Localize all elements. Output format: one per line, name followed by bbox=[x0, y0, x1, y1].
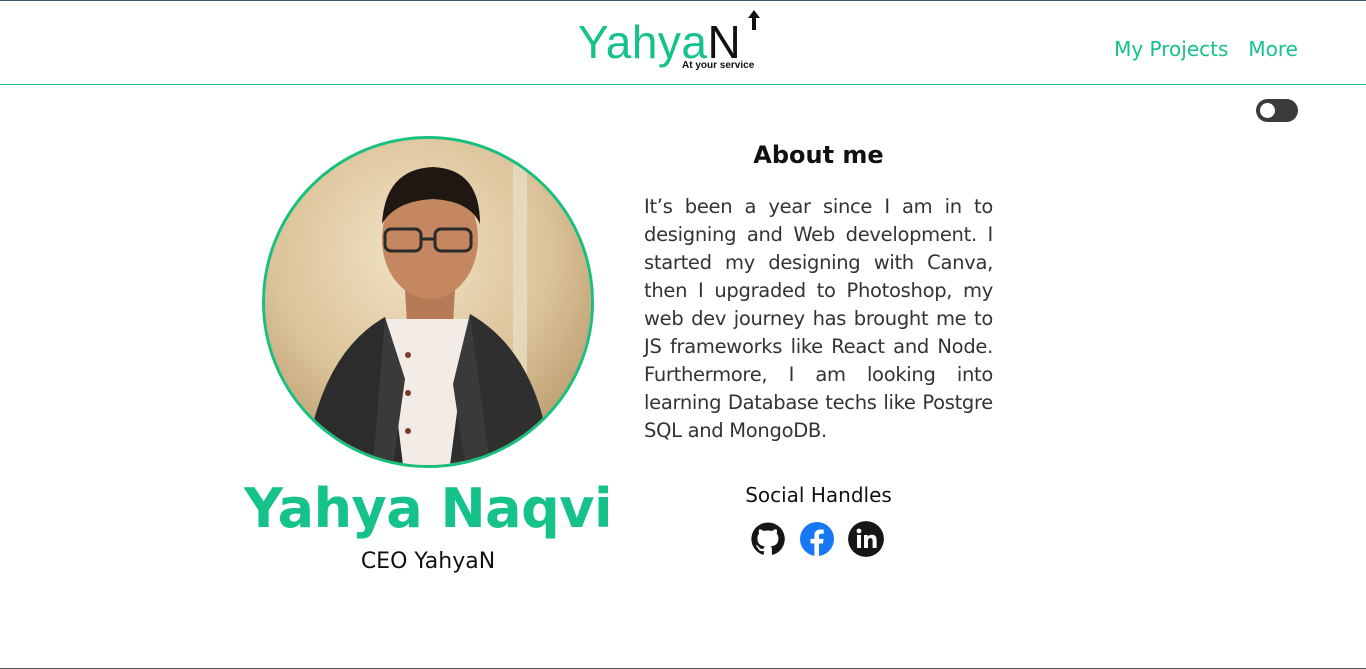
top-nav: My Projects More bbox=[1114, 37, 1298, 61]
theme-toggle[interactable] bbox=[1256, 99, 1298, 122]
profile-name: Yahya Naqvi bbox=[244, 477, 612, 540]
nav-more[interactable]: More bbox=[1248, 37, 1298, 61]
profile-role: CEO YahyaN bbox=[360, 549, 496, 574]
portrait-illustration bbox=[265, 139, 591, 465]
about-text: It’s been a year since I am in to design… bbox=[644, 195, 993, 442]
arrow-up-icon bbox=[748, 10, 760, 30]
header: YahyaN At your service My Projects More bbox=[0, 1, 1366, 85]
nav-my-projects[interactable]: My Projects bbox=[1114, 37, 1228, 61]
linkedin-icon[interactable] bbox=[848, 521, 884, 557]
logo[interactable]: YahyaN At your service bbox=[578, 9, 768, 75]
github-icon[interactable] bbox=[750, 521, 786, 557]
facebook-icon[interactable] bbox=[799, 521, 835, 557]
logo-tagline: At your service bbox=[682, 60, 755, 71]
profile-photo bbox=[262, 136, 594, 468]
toggle-knob bbox=[1260, 103, 1275, 118]
about-title: About me bbox=[753, 141, 884, 169]
social-links bbox=[750, 521, 884, 557]
page: YahyaN At your service My Projects More bbox=[0, 0, 1366, 669]
social-title: Social Handles bbox=[745, 483, 892, 507]
